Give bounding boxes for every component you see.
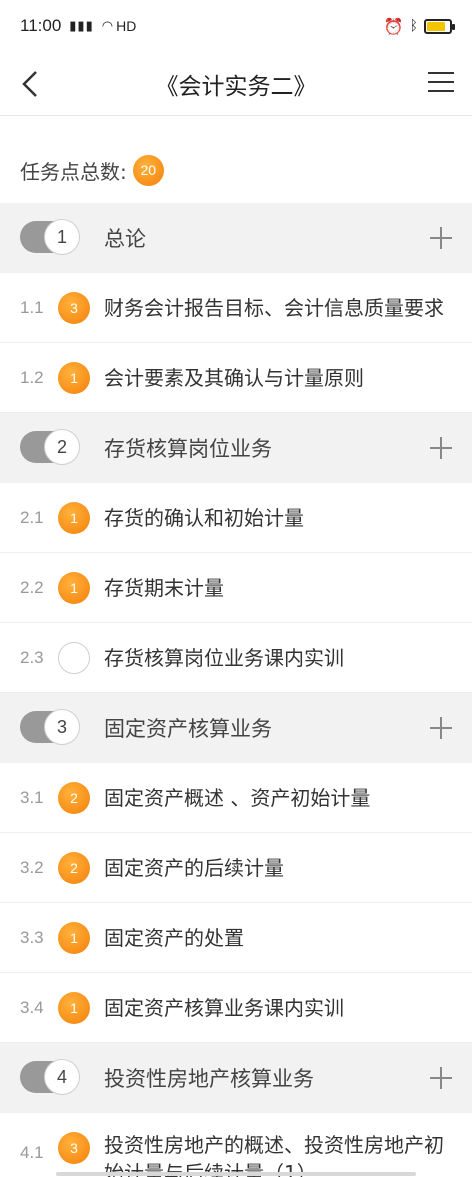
task-count-badge bbox=[58, 642, 90, 674]
chapter-index: 4 bbox=[44, 1059, 80, 1095]
task-item[interactable]: 3.3 1 固定资产的处置 bbox=[0, 903, 472, 973]
task-count-badge: 3 bbox=[58, 292, 90, 324]
status-time: 11:00 bbox=[20, 16, 62, 35]
chapter-index: 1 bbox=[44, 219, 80, 255]
chapter-title: 总论 bbox=[104, 227, 146, 251]
task-count-badge: 3 bbox=[58, 1132, 90, 1164]
task-total-badge: 20 bbox=[132, 154, 164, 186]
task-title: 财务会计报告目标、会计信息质量要求 bbox=[104, 295, 444, 320]
chapter-header[interactable]: 1 总论 bbox=[0, 203, 472, 273]
chapter-title: 投资性房地产核算业务 bbox=[104, 1067, 314, 1091]
chapter-title: 存货核算岗位业务 bbox=[104, 437, 272, 461]
signal-icon: ▮▮▮ bbox=[69, 18, 94, 34]
chapter-index: 3 bbox=[44, 709, 80, 745]
task-count-badge: 1 bbox=[58, 922, 90, 954]
task-count-badge: 2 bbox=[58, 782, 90, 814]
task-title: 固定资产概述 、资产初始计量 bbox=[104, 785, 371, 810]
task-number: 1.2 bbox=[20, 367, 44, 387]
task-item[interactable]: 2.1 1 存货的确认和初始计量 bbox=[0, 483, 472, 553]
task-total: 任务点总数: 20 bbox=[20, 140, 164, 200]
task-number: 1.1 bbox=[20, 297, 44, 317]
task-item[interactable]: 3.1 2 固定资产概述 、资产初始计量 bbox=[0, 763, 472, 833]
plus-icon[interactable] bbox=[430, 227, 452, 249]
task-count-badge: 1 bbox=[58, 502, 90, 534]
task-item[interactable]: 4.1 3 投资性房地产的概述、投资性房地产初始计量与后续计量（1） bbox=[0, 1113, 472, 1177]
task-number: 2.3 bbox=[20, 647, 44, 667]
status-bar: 11:00 ▮▮▮ ◠ HD ⏰ ᛒ bbox=[0, 0, 472, 52]
task-count-badge: 2 bbox=[58, 852, 90, 884]
nav-bar: 《会计实务二》 bbox=[0, 52, 472, 116]
bluetooth-icon: ᛒ bbox=[409, 18, 418, 34]
task-number: 3.1 bbox=[20, 787, 44, 807]
task-count-badge: 1 bbox=[58, 992, 90, 1024]
chapter-title: 固定资产核算业务 bbox=[104, 717, 272, 741]
task-number: 2.2 bbox=[20, 577, 44, 597]
task-item[interactable]: 1.1 3 财务会计报告目标、会计信息质量要求 bbox=[0, 273, 472, 343]
task-item[interactable]: 2.2 1 存货期末计量 bbox=[0, 553, 472, 623]
task-title: 固定资产核算业务课内实训 bbox=[104, 995, 344, 1020]
chapter-toggle[interactable]: 3 bbox=[20, 709, 80, 745]
task-number: 4.1 bbox=[20, 1143, 44, 1162]
task-item[interactable]: 3.2 2 固定资产的后续计量 bbox=[0, 833, 472, 903]
task-number: 2.1 bbox=[20, 507, 44, 527]
chapter-header[interactable]: 3 固定资产核算业务 bbox=[0, 693, 472, 763]
chapter-header[interactable]: 4 投资性房地产核算业务 bbox=[0, 1043, 472, 1113]
chapter-toggle[interactable]: 4 bbox=[20, 1059, 80, 1095]
chapter-index: 2 bbox=[44, 429, 80, 465]
task-item[interactable]: 1.2 1 会计要素及其确认与计量原则 bbox=[0, 343, 472, 413]
plus-icon[interactable] bbox=[430, 717, 452, 739]
task-number: 3.3 bbox=[20, 927, 44, 947]
chapter-toggle[interactable]: 2 bbox=[20, 429, 80, 465]
battery-icon bbox=[424, 18, 455, 34]
plus-icon[interactable] bbox=[430, 437, 452, 459]
task-title: 存货核算岗位业务课内实训 bbox=[104, 645, 344, 670]
chevron-left-icon[interactable] bbox=[16, 66, 46, 102]
task-title: 固定资产的后续计量 bbox=[104, 855, 284, 880]
task-count-badge: 1 bbox=[58, 572, 90, 604]
task-number: 3.2 bbox=[20, 857, 44, 877]
wifi-icon: ◠ bbox=[101, 18, 115, 34]
task-title: 存货的确认和初始计量 bbox=[104, 505, 304, 530]
task-count-badge: 1 bbox=[58, 362, 90, 394]
task-title: 投资性房地产的概述、投资性房地产初始计量与后续计量（1） bbox=[104, 1133, 444, 1177]
network-type: HD bbox=[116, 18, 137, 34]
task-title: 固定资产的处置 bbox=[104, 925, 244, 950]
scroll-indicator bbox=[56, 1172, 416, 1176]
task-title: 会计要素及其确认与计量原则 bbox=[104, 365, 364, 390]
chapter-list: 1 总论 1.1 3 财务会计报告目标、会计信息质量要求 1.2 1 会计要素及其确认与计量原… bbox=[0, 203, 472, 1177]
task-total-label: 任务点总数: bbox=[20, 159, 127, 184]
plus-icon[interactable] bbox=[430, 1067, 452, 1089]
task-item[interactable]: 3.4 1 固定资产核算业务课内实训 bbox=[0, 973, 472, 1043]
page-title: 《会计实务二》 bbox=[155, 73, 317, 100]
chapter-header[interactable]: 2 存货核算岗位业务 bbox=[0, 413, 472, 483]
task-number: 3.4 bbox=[20, 997, 44, 1017]
alarm-icon: ⏰ bbox=[383, 16, 404, 36]
chapter-toggle[interactable]: 1 bbox=[20, 219, 80, 255]
hamburger-menu-icon[interactable] bbox=[428, 72, 454, 94]
task-title: 存货期末计量 bbox=[104, 575, 224, 600]
task-item[interactable]: 2.3 存货核算岗位业务课内实训 bbox=[0, 623, 472, 693]
